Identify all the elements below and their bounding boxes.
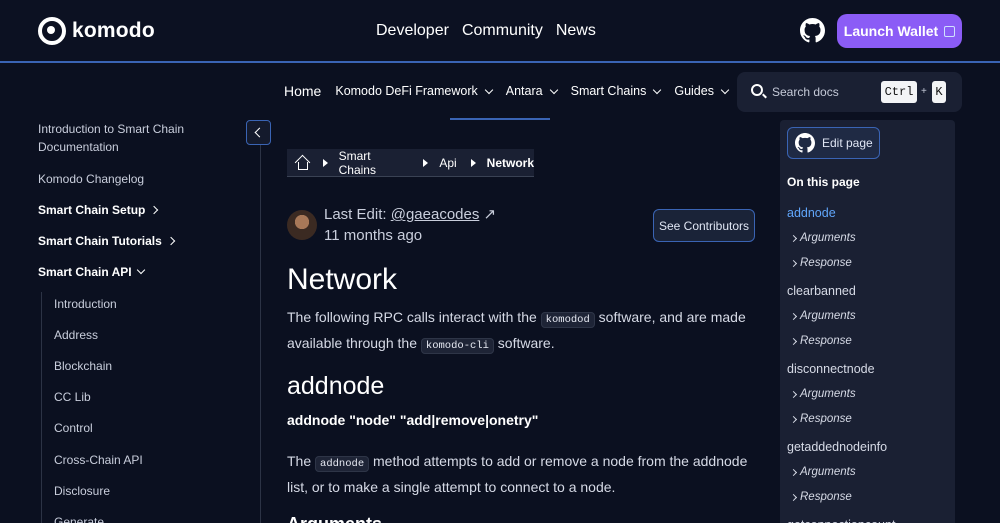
inline-code: komodo-cli <box>420 338 494 354</box>
external-arrow-icon: ↗ <box>483 206 497 223</box>
sidebar-item-tutorials[interactable]: Smart Chain Tutorials <box>38 232 176 250</box>
external-link-icon <box>944 25 956 37</box>
section-heading-addnode: addnode <box>287 372 385 400</box>
breadcrumb-separator-icon <box>470 158 476 167</box>
breadcrumb-separator-icon <box>322 158 328 167</box>
launch-wallet-label: Launch Wallet <box>843 23 939 39</box>
search-input[interactable]: Search docs Ctrl + K <box>737 72 962 112</box>
nav-news[interactable]: News <box>556 22 596 40</box>
see-contributors-button[interactable]: See Contributors <box>653 209 755 242</box>
chevron-down-icon <box>653 85 662 94</box>
chevron-down-icon <box>136 265 145 275</box>
chevron-down-icon <box>484 85 494 94</box>
chevron-down-icon <box>720 85 730 94</box>
top-header: komodo Developer Community News Launch W… <box>0 0 1000 63</box>
sidebar-sub-control[interactable]: Control <box>54 421 93 435</box>
brand-name: komodo <box>72 19 155 42</box>
last-edit: Last Edit: @gaeacodes ↗ <box>324 206 497 223</box>
active-nav-indicator <box>450 118 550 120</box>
inline-code: addnode <box>315 456 370 472</box>
komodo-logo[interactable]: komodo <box>38 17 155 45</box>
chevron-right-icon <box>789 259 798 267</box>
chevron-right-icon <box>789 312 798 320</box>
home-icon[interactable] <box>295 156 309 170</box>
page-title: Network <box>287 263 398 296</box>
intro-paragraph: The following RPC calls interact with th… <box>287 309 746 354</box>
toc-sub-response[interactable]: Response <box>789 491 852 503</box>
edit-page-button[interactable]: Edit page <box>787 127 880 159</box>
sidebar-sub-disclosure[interactable]: Disclosure <box>54 484 110 498</box>
toc-sub-response[interactable]: Response <box>789 413 852 425</box>
edit-page-label: Edit page <box>822 136 873 150</box>
breadcrumb-api[interactable]: Api <box>439 156 456 170</box>
chevron-right-icon <box>789 337 798 345</box>
nav-developer[interactable]: Developer <box>376 22 449 40</box>
chevron-right-icon <box>789 468 798 476</box>
toc-sub-arguments[interactable]: Arguments <box>789 310 856 322</box>
shortcut-k-key: K <box>932 81 946 103</box>
method-signature: addnode "node" "add|remove|onetry" <box>287 412 539 428</box>
chevron-down-icon <box>549 85 558 94</box>
arguments-heading: Arguments <box>287 514 382 523</box>
chevron-right-icon <box>150 205 159 215</box>
toc-sub-response[interactable]: Response <box>789 257 852 269</box>
sidebar-sub-generate[interactable]: Generate <box>54 515 104 523</box>
toc-sub-arguments[interactable]: Arguments <box>789 388 856 400</box>
toc-sub-arguments[interactable]: Arguments <box>789 466 856 478</box>
breadcrumb-current: Network <box>486 155 534 170</box>
breadcrumb-smart-chains[interactable]: Smart Chains <box>339 149 410 177</box>
sidebar-sub-address[interactable]: Address <box>54 328 98 342</box>
author-link[interactable]: @gaeacodes <box>391 206 480 223</box>
last-edit-time: 11 months ago <box>324 227 423 244</box>
sidebar-item-introduction-docs[interactable]: Introduction to Smart Chain Documentatio… <box>38 120 218 156</box>
sidebar-item-setup[interactable]: Smart Chain Setup <box>38 201 159 219</box>
sidebar-sub-cross-chain[interactable]: Cross-Chain API <box>54 453 143 467</box>
chevron-right-icon <box>789 390 798 398</box>
komodo-logo-icon <box>38 17 66 45</box>
inline-code: komodod <box>540 312 595 328</box>
addnode-description: The addnode method attempts to add or re… <box>287 453 748 495</box>
github-icon <box>795 133 815 153</box>
nav-community[interactable]: Community <box>462 22 543 40</box>
toc-item-getaddednodeinfo[interactable]: getaddednodeinfo <box>787 440 887 454</box>
sidebar-item-api[interactable]: Smart Chain API <box>38 263 145 281</box>
toc-item-disconnectnode[interactable]: disconnectnode <box>787 362 875 376</box>
search-icon <box>751 84 763 96</box>
subnav-antara[interactable]: Antara <box>506 83 558 99</box>
subnav-defi-framework[interactable]: Komodo DeFi Framework <box>335 83 494 99</box>
toc-title: On this page <box>787 175 860 189</box>
sidebar-sublist-line <box>41 292 42 523</box>
sidebar-sub-introduction[interactable]: Introduction <box>54 297 117 311</box>
shortcut-plus: + <box>921 86 927 97</box>
table-of-contents: Edit page On this page addnode Arguments… <box>780 120 955 523</box>
toc-item-addnode[interactable]: addnode <box>787 206 836 220</box>
toc-sub-response[interactable]: Response <box>789 335 852 347</box>
toc-item-getconnectioncount[interactable]: getconnectioncount <box>787 518 895 523</box>
sidebar-divider <box>260 120 261 523</box>
chevron-right-icon <box>789 415 798 423</box>
toc-item-clearbanned[interactable]: clearbanned <box>787 284 856 298</box>
secondary-nav: Home Komodo DeFi Framework Antara Smart … <box>284 83 730 99</box>
chevron-right-icon <box>789 493 798 501</box>
top-nav: Developer Community News <box>376 22 596 40</box>
subnav-guides[interactable]: Guides <box>674 83 730 99</box>
sidebar-item-changelog[interactable]: Komodo Changelog <box>38 170 144 188</box>
subnav-smart-chains[interactable]: Smart Chains <box>571 83 662 99</box>
chevron-right-icon <box>789 234 798 242</box>
author-avatar <box>287 210 317 240</box>
shortcut-ctrl-key: Ctrl <box>881 81 917 103</box>
subnav-home[interactable]: Home <box>284 83 321 99</box>
breadcrumb-separator-icon <box>423 158 429 167</box>
sidebar-sub-blockchain[interactable]: Blockchain <box>54 359 112 373</box>
toc-sub-arguments[interactable]: Arguments <box>789 232 856 244</box>
collapse-sidebar-button[interactable] <box>246 120 271 145</box>
launch-wallet-button[interactable]: Launch Wallet <box>837 14 962 48</box>
github-icon[interactable] <box>800 18 825 43</box>
sidebar-sub-cc-lib[interactable]: CC Lib <box>54 390 91 404</box>
chevron-right-icon <box>166 236 176 246</box>
search-placeholder: Search docs <box>772 85 839 99</box>
breadcrumb: Smart Chains Api Network <box>287 149 534 177</box>
